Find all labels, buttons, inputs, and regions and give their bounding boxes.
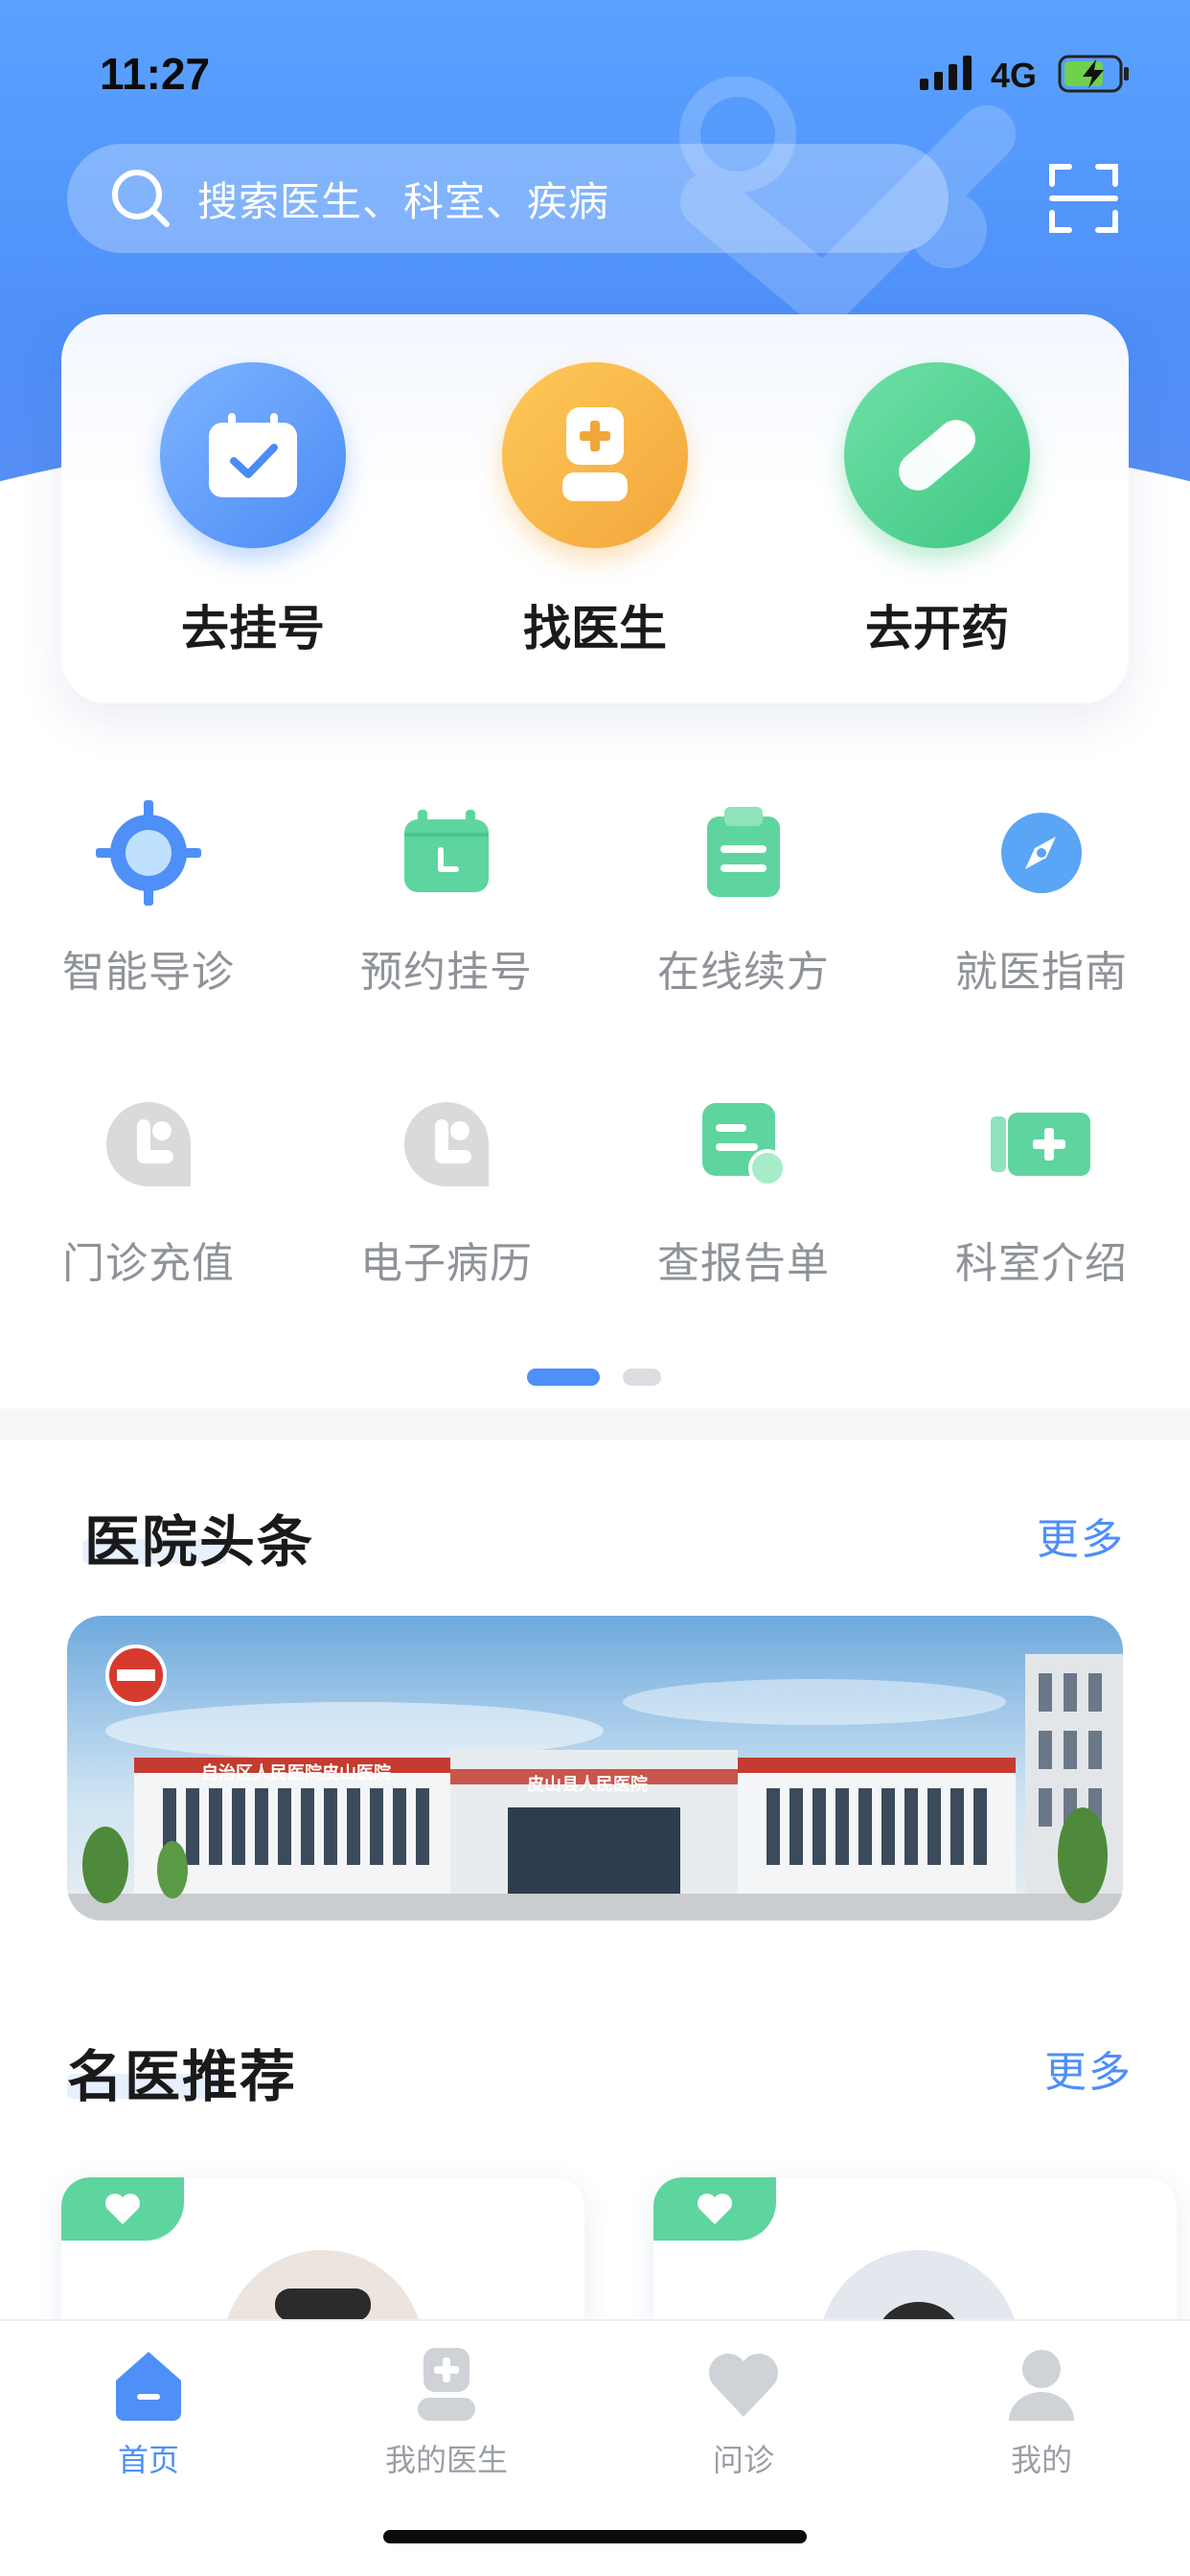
grid-item-medical-record[interactable]: 电子病历 (298, 1087, 595, 1290)
doctor-icon (502, 362, 688, 548)
grid-item-appointment[interactable]: 预约挂号 (298, 795, 595, 999)
heart-icon (105, 2194, 140, 2224)
section-divider (0, 1409, 1190, 1439)
doctors-title: 名医推荐 (67, 2044, 298, 2109)
calendar-check-icon (160, 362, 346, 548)
grid-label: 在线续方 (657, 948, 830, 997)
grid-item-recharge[interactable]: 门诊充值 (0, 1087, 297, 1290)
placeholder-icon (389, 1087, 504, 1202)
calendar-icon (389, 795, 504, 910)
page-indicator (527, 1368, 661, 1386)
action-prescribe-label: 去开药 (865, 601, 1009, 656)
search-icon (112, 170, 170, 227)
action-register[interactable]: 去挂号 (109, 362, 397, 659)
main-actions-card: 去挂号 找医生 去开药 (61, 314, 1129, 703)
grid-label: 就医指南 (955, 948, 1128, 997)
status-bar: 11:27 4G (0, 0, 1190, 144)
tab-label: 问诊 (712, 2442, 774, 2478)
grid-item-smart-guide[interactable]: 智能导诊 (0, 795, 297, 999)
home-indicator (383, 2530, 807, 2543)
compass-icon (984, 795, 1099, 910)
home-icon (116, 2352, 181, 2421)
pill-icon (844, 362, 1030, 548)
clipboard-icon (686, 795, 801, 910)
status-time: 11:27 (100, 49, 211, 99)
tab-label: 我的 (1010, 2442, 1072, 2478)
search-bar[interactable]: 搜索医生、科室、疾病 (67, 144, 949, 253)
department-icon (984, 1087, 1099, 1202)
my-doctor-icon (418, 2348, 475, 2421)
action-register-label: 去挂号 (181, 601, 325, 656)
action-find-doctor[interactable]: 找医生 (451, 362, 739, 659)
grid-item-department[interactable]: 科室介绍 (893, 1087, 1190, 1290)
user-icon (1009, 2350, 1074, 2421)
target-icon (91, 795, 206, 910)
news-title: 医院头条 (84, 1509, 315, 1575)
grid-item-renew-prescription[interactable]: 在线续方 (595, 795, 892, 999)
search-placeholder: 搜索医生、科室、疾病 (197, 177, 610, 225)
placeholder-icon (91, 1087, 206, 1202)
tab-home[interactable]: 首页 (0, 2346, 297, 2480)
page-dot-active (527, 1368, 600, 1386)
tab-me[interactable]: 我的 (893, 2346, 1190, 2480)
heart-icon (709, 2354, 778, 2417)
network-type: 4G (991, 56, 1038, 95)
grid-label: 智能导诊 (62, 948, 235, 997)
battery-icon (1058, 55, 1129, 93)
scan-icon[interactable] (1048, 163, 1119, 234)
action-prescribe[interactable]: 去开药 (793, 362, 1081, 659)
tab-consult[interactable]: 问诊 (595, 2346, 892, 2480)
heart-icon (698, 2194, 732, 2224)
action-find-doctor-label: 找医生 (523, 601, 667, 656)
grid-label: 门诊充值 (62, 1239, 235, 1288)
banner-sign-left: 自治区人民医院皮山医院 (201, 1763, 391, 1783)
doctors-more-link[interactable]: 更多 (1044, 2037, 1133, 2099)
grid-item-guide[interactable]: 就医指南 (893, 795, 1190, 999)
grid-label: 电子病历 (360, 1239, 533, 1288)
tab-label: 我的医生 (384, 2442, 508, 2478)
grid-label: 查报告单 (657, 1239, 830, 1288)
favorite-tag[interactable] (653, 2177, 776, 2241)
report-icon (686, 1087, 801, 1202)
banner-sign-center: 皮山县人民医院 (527, 1775, 648, 1795)
signal-icon (920, 56, 972, 90)
page-dot (623, 1368, 661, 1386)
tab-my-doctor[interactable]: 我的医生 (298, 2346, 595, 2480)
grid-label: 科室介绍 (955, 1239, 1128, 1288)
news-banner[interactable]: 自治区人民医院皮山医院 皮山县人民医院 (67, 1616, 1123, 1920)
news-more-link[interactable]: 更多 (1037, 1505, 1125, 1566)
grid-item-report[interactable]: 查报告单 (595, 1087, 892, 1290)
favorite-tag[interactable] (61, 2177, 184, 2241)
grid-label: 预约挂号 (360, 948, 533, 997)
tab-label: 首页 (117, 2442, 179, 2478)
